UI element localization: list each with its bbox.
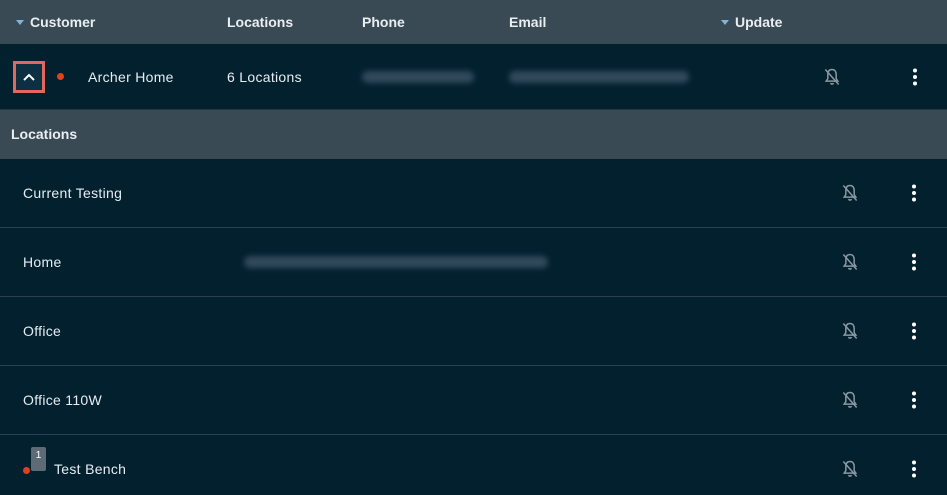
bell-off-icon (842, 184, 858, 201)
status-dot (23, 467, 30, 474)
sort-caret-icon (721, 19, 729, 25)
locations-section-header: Locations (0, 110, 947, 159)
more-options-button[interactable] (902, 181, 926, 205)
email-redacted (509, 71, 689, 83)
more-options-button[interactable] (902, 388, 926, 412)
bell-off-icon (842, 391, 858, 408)
bell-off-icon (842, 322, 858, 339)
more-vertical-icon (913, 68, 917, 86)
customer-row[interactable]: Archer Home 6 Locations (0, 44, 947, 110)
location-name: Current Testing (23, 185, 123, 201)
more-vertical-icon (912, 460, 916, 478)
notifications-off-button[interactable] (838, 250, 862, 274)
location-row[interactable]: 1 Test Bench (0, 435, 947, 495)
location-name: Test Bench (54, 461, 127, 477)
notifications-off-button[interactable] (838, 457, 862, 481)
column-header-email[interactable]: Email (509, 14, 546, 30)
bell-off-icon (842, 253, 858, 270)
sort-caret-icon (16, 19, 24, 25)
notifications-off-button[interactable] (838, 319, 862, 343)
location-row[interactable]: Current Testing (0, 159, 947, 228)
expand-collapse-button[interactable] (13, 61, 45, 93)
column-header-update[interactable]: Update (721, 14, 782, 30)
bell-off-icon (824, 68, 840, 85)
location-row[interactable]: Office 110W (0, 366, 947, 435)
notifications-off-button[interactable] (838, 388, 862, 412)
bell-off-icon (842, 460, 858, 477)
notifications-off-button[interactable] (820, 65, 844, 89)
address-redacted (244, 256, 548, 268)
customer-name: Archer Home (88, 69, 174, 85)
column-header-phone[interactable]: Phone (362, 14, 405, 30)
more-vertical-icon (912, 322, 916, 340)
more-options-button[interactable] (902, 457, 926, 481)
chevron-up-icon (23, 73, 35, 81)
location-name: Home (23, 254, 62, 270)
more-options-button[interactable] (902, 250, 926, 274)
table-header: Customer Locations Phone Email Update (0, 0, 947, 44)
customer-locations-count: 6 Locations (227, 69, 302, 85)
column-header-locations[interactable]: Locations (227, 14, 293, 30)
column-header-update-label: Update (735, 14, 783, 30)
locations-section-title: Locations (11, 126, 78, 142)
location-row[interactable]: Home (0, 228, 947, 297)
more-options-button[interactable] (903, 65, 927, 89)
count-badge: 1 (31, 447, 46, 471)
more-vertical-icon (912, 253, 916, 271)
more-options-button[interactable] (902, 319, 926, 343)
notifications-off-button[interactable] (838, 181, 862, 205)
location-name: Office 110W (23, 392, 103, 408)
column-header-customer-label: Customer (30, 14, 96, 30)
phone-redacted (362, 71, 474, 83)
more-vertical-icon (912, 391, 916, 409)
location-row[interactable]: Office (0, 297, 947, 366)
status-dot (57, 73, 64, 80)
column-header-customer[interactable]: Customer (16, 14, 95, 30)
location-name: Office (23, 323, 62, 339)
more-vertical-icon (912, 184, 916, 202)
